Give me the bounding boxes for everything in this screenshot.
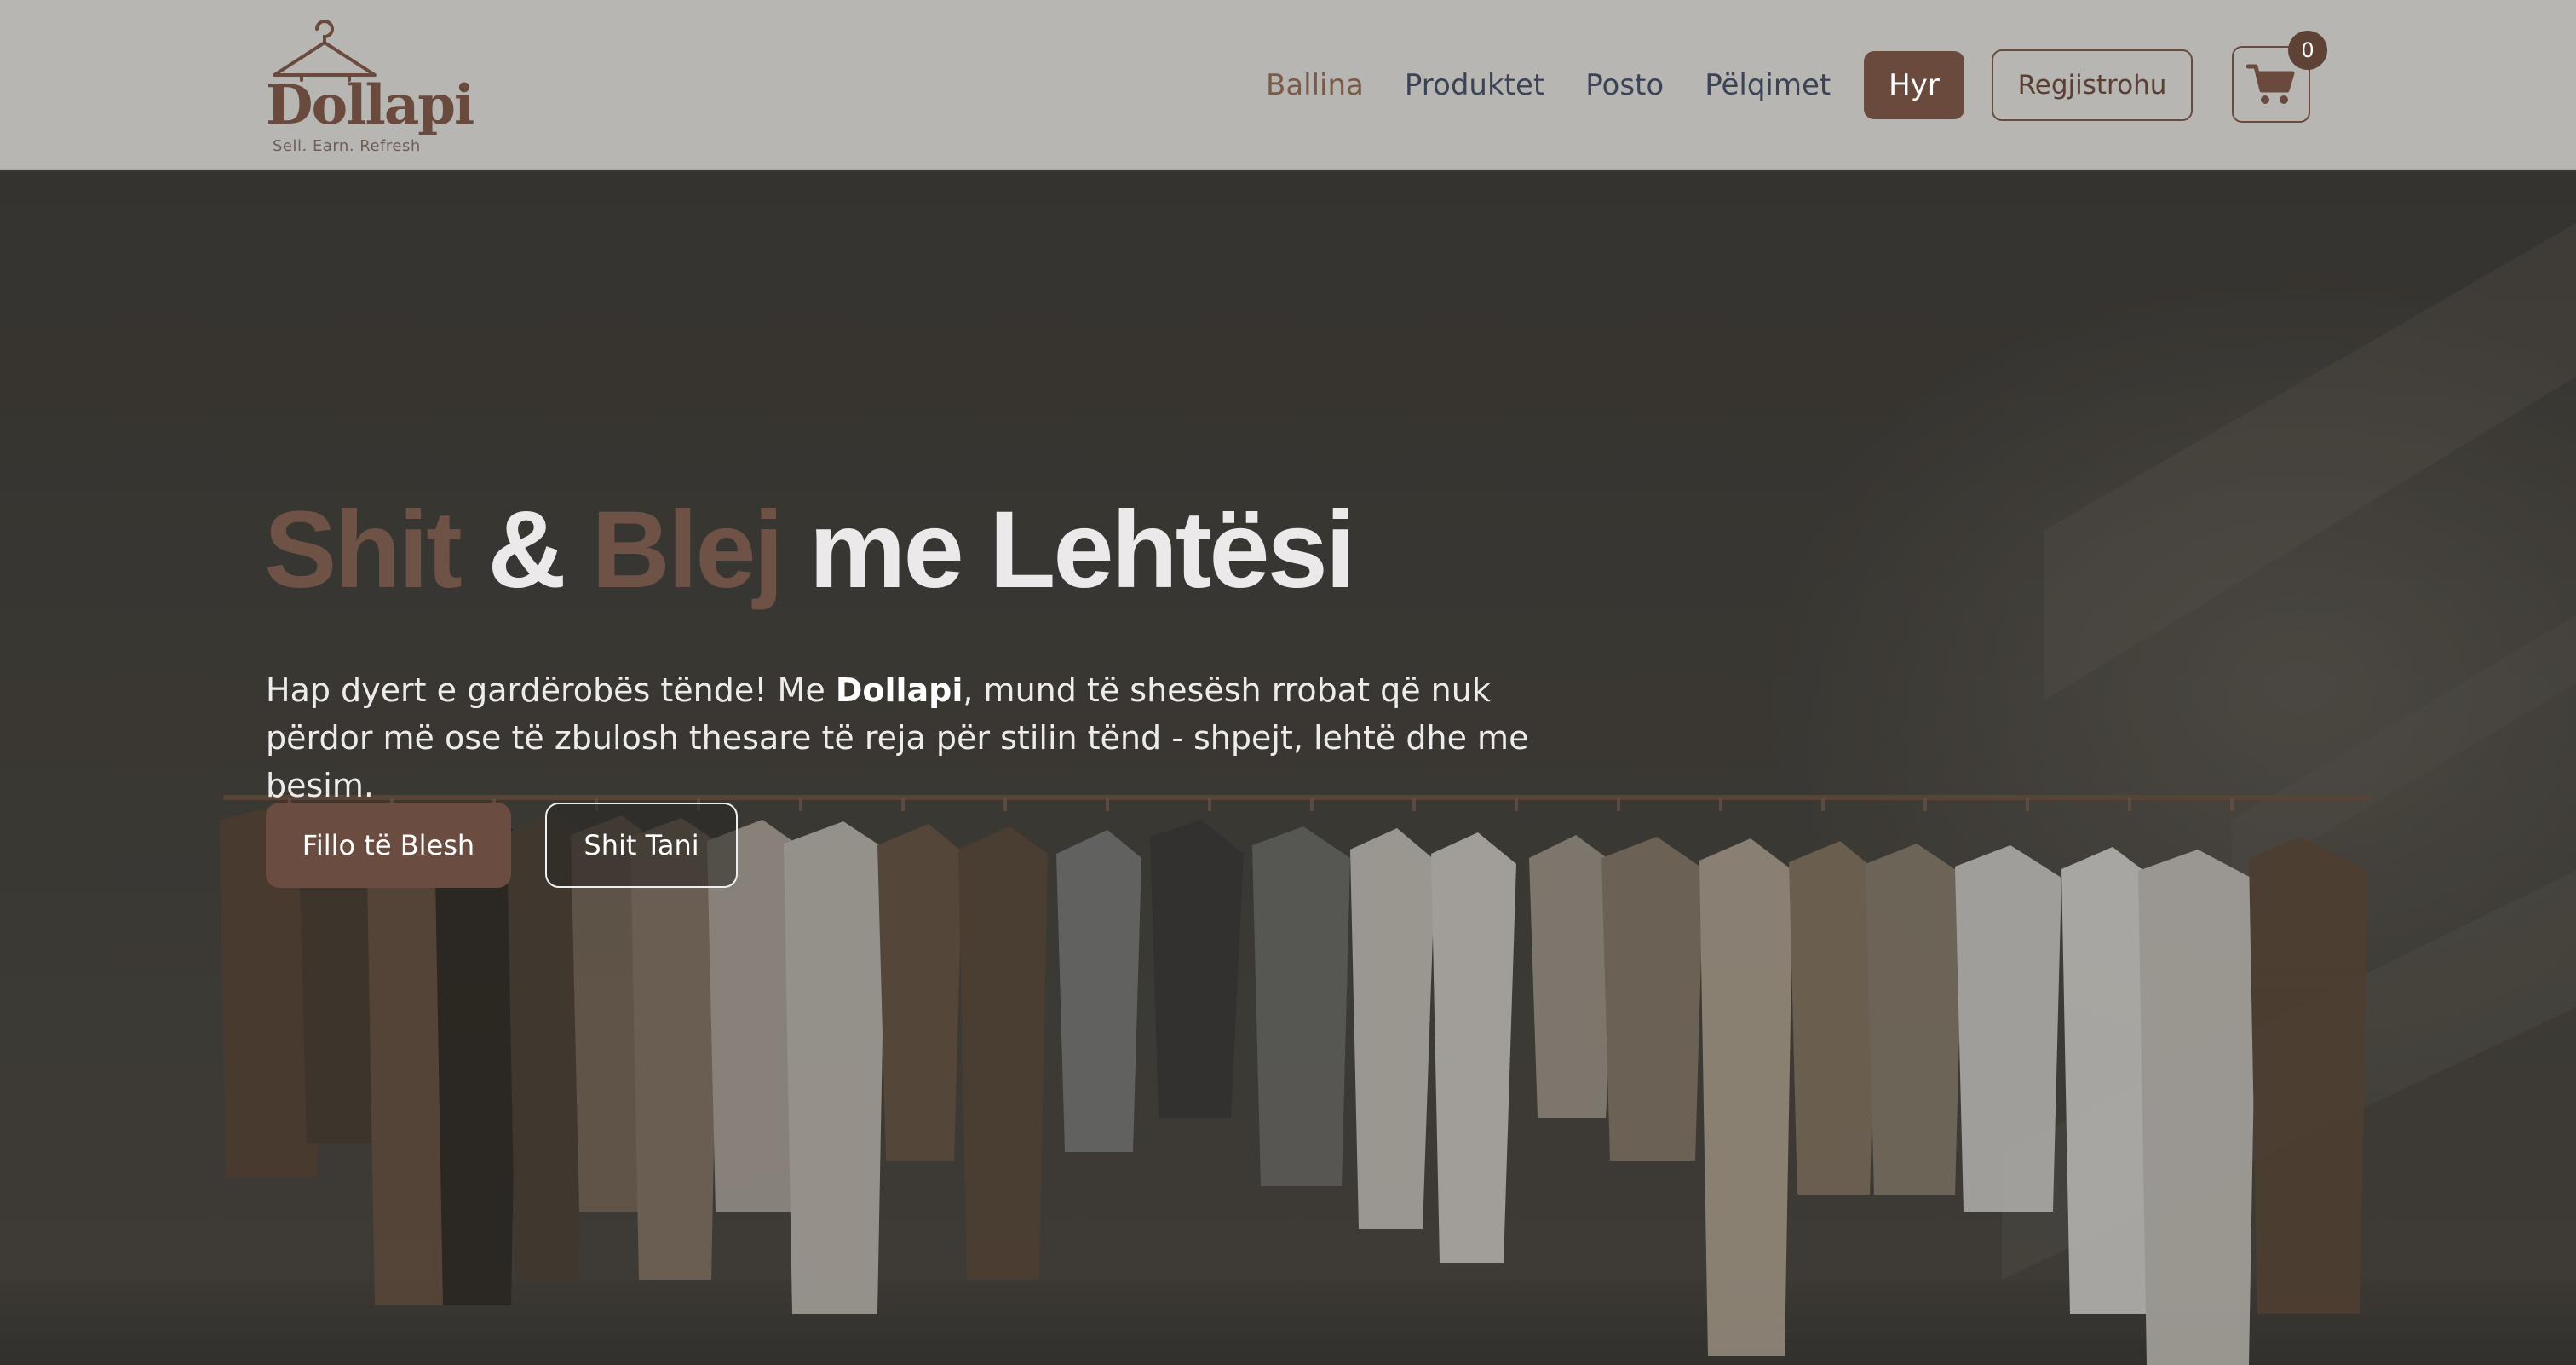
hero-description: Hap dyert e gardërobës tënde! Me Dollapi… xyxy=(266,666,1595,809)
hanger-icon xyxy=(273,20,377,82)
sell-now-button[interactable]: Shit Tani xyxy=(545,803,738,888)
hero-title-sell: Shit xyxy=(264,489,463,611)
cart-count-badge: 0 xyxy=(2288,31,2327,70)
brand-logo[interactable]: Dollapi Sell. Earn. Refresh xyxy=(266,14,474,158)
brand-tagline: Sell. Earn. Refresh xyxy=(273,137,421,155)
nav-link-post[interactable]: Posto xyxy=(1585,68,1664,102)
nav-link-favorites[interactable]: Pëlqimet xyxy=(1705,68,1831,102)
hero-description-brand: Dollapi xyxy=(835,671,963,709)
hero-description-start: Hap dyert e gardërobës tënde! Me xyxy=(266,671,836,709)
hero-title-buy: Blej xyxy=(591,489,784,611)
hero-title-ease: me Lehtësi xyxy=(808,489,1356,611)
brand-name: Dollapi xyxy=(266,73,474,137)
start-buying-button[interactable]: Fillo të Blesh xyxy=(266,803,511,888)
nav-link-products[interactable]: Produktet xyxy=(1405,68,1544,102)
login-button[interactable]: Hyr xyxy=(1864,51,1964,119)
hero-title-ampersand: & xyxy=(487,489,566,611)
main-nav: Ballina Produktet Posto Pëlqimet xyxy=(1266,60,1872,111)
site-header: Dollapi Sell. Earn. Refresh Ballina Prod… xyxy=(0,0,2576,170)
shopping-cart-icon xyxy=(2246,64,2295,104)
hero-section: Shit & Blej me Lehtësi Hap dyert e gardë… xyxy=(0,172,2576,1365)
nav-link-home[interactable]: Ballina xyxy=(1266,68,1364,102)
register-button[interactable]: Regjistrohu xyxy=(1992,49,2193,121)
hero-title: Shit & Blej me Lehtësi xyxy=(264,496,1355,605)
